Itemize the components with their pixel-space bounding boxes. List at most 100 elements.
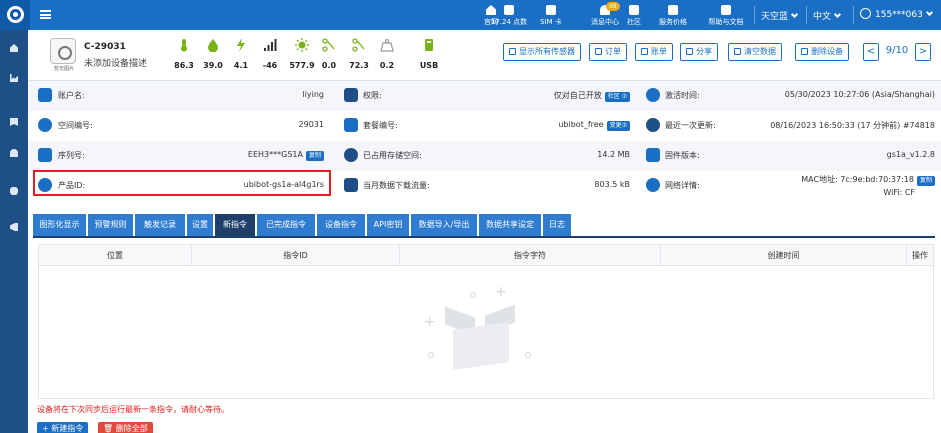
change-plan-tag[interactable]: 变更⑦ (606, 121, 630, 131)
document-icon (344, 178, 358, 192)
user-dropdown[interactable]: 155***063 (860, 8, 933, 20)
next-device-button[interactable]: > (915, 43, 931, 61)
megaphone-icon[interactable] (10, 223, 18, 231)
globe-icon (646, 118, 660, 132)
language-dropdown[interactable]: 中文 (813, 9, 842, 22)
nav-pricing[interactable]: 服务价格 (654, 0, 692, 30)
location-icon (509, 48, 516, 55)
column-header-actions[interactable]: 操作 (907, 245, 933, 266)
column-header-command-string[interactable]: 指令字符 (400, 245, 661, 266)
sidebar (0, 30, 28, 433)
account-value: liying (302, 90, 324, 99)
empty-box-icon (445, 304, 517, 370)
sensor-probe[interactable]: 0.0 (312, 38, 346, 70)
sim-icon (546, 5, 556, 15)
chart-icon[interactable] (10, 74, 18, 82)
bill-button[interactable]: 账单 (635, 43, 673, 61)
storage-value: 14.2 MB (597, 150, 630, 159)
tab-alert-rules[interactable]: 预警规则 (88, 214, 133, 236)
space-id-value: 29031 (298, 120, 324, 129)
device-name: C-29031 (84, 42, 126, 52)
tab-device-commands[interactable]: 设备指令 (317, 214, 365, 236)
nav-points[interactable]: 17.24 点数 (487, 0, 531, 30)
delete-all-button[interactable]: 🗑 删除全部 (98, 422, 153, 433)
order-icon (595, 48, 602, 55)
copy-serial-button[interactable]: 复制 (305, 151, 324, 161)
show-all-sensors-button[interactable]: 显示所有传感器 (503, 43, 581, 61)
account-icon (38, 88, 52, 102)
community-icon (629, 5, 639, 15)
serial-value: EEH3***GS1A 复制 (248, 150, 324, 161)
device-pager-position: 9/10 (881, 43, 913, 61)
bookmark-icon[interactable] (10, 118, 18, 126)
usb-icon (425, 39, 433, 51)
share-icon (686, 48, 693, 55)
home-icon[interactable] (10, 44, 18, 52)
plan-value: ubibot_free 变更⑦ (558, 120, 630, 131)
prev-device-button[interactable]: < (863, 43, 879, 61)
chevron-down-icon (833, 10, 842, 19)
new-command-button[interactable]: + 新建指令 (37, 422, 89, 433)
traffic-value: 803.5 kB (594, 180, 630, 189)
tab-api-keys[interactable]: API密钥 (367, 214, 409, 236)
copy-mac-button[interactable]: 复制 (916, 176, 935, 186)
signal-icon (264, 39, 277, 51)
info-row: 空间编号: 29031 套餐编号: ubibot_free 变更⑦ 最近一次更新:… (28, 111, 941, 141)
chevron-down-icon (790, 10, 799, 19)
top-bar: 官网 17.24 点数 SIM 卡 消息中心 98 社区 服务价格 帮助与文档 … (0, 0, 941, 30)
device-description[interactable]: 未添加设备描述 (84, 56, 147, 69)
tab-settings[interactable]: 设置 (187, 214, 213, 236)
tab-new-commands[interactable]: 新指令 (215, 214, 255, 236)
database-icon[interactable] (10, 187, 18, 195)
tab-divider (33, 236, 935, 238)
user-icon[interactable] (10, 149, 18, 157)
sensor-signal[interactable]: -46 (253, 38, 287, 70)
probe-icon (322, 38, 335, 52)
mac-address-value: MAC地址: 7c:9e:bd:70:37:18 复制 (801, 174, 935, 186)
weight-icon (380, 39, 394, 52)
points-icon (504, 5, 514, 15)
message-count-badge: 98 (606, 2, 620, 11)
logo[interactable] (0, 0, 30, 30)
column-header-command-id[interactable]: 指令ID (192, 245, 400, 266)
user-icon (860, 8, 871, 19)
pie-chart-icon (344, 148, 358, 162)
nav-community[interactable]: 社区 (622, 0, 646, 30)
firmware-value: gs1a_v1.2.8 (886, 150, 935, 159)
sensor-weight[interactable]: 0.2 (370, 38, 404, 70)
humidity-icon (208, 39, 218, 52)
camera-icon[interactable] (50, 38, 76, 64)
probe2-icon (352, 38, 365, 52)
column-header-position[interactable]: 位置 (39, 245, 192, 266)
eraser-icon (734, 48, 741, 55)
gear-icon (646, 88, 660, 102)
tab-trigger-log[interactable]: 触发记录 (135, 214, 185, 236)
region-dropdown[interactable]: 天空蓝 (761, 9, 799, 22)
nav-sim[interactable]: SIM 卡 (537, 0, 565, 30)
sensor-usb[interactable]: USB (412, 38, 446, 70)
column-header-created-time[interactable]: 创建时间 (661, 245, 907, 266)
serial-icon (38, 148, 52, 162)
lock-icon (344, 88, 358, 102)
tab-log[interactable]: 日志 (543, 214, 571, 236)
tab-completed-commands[interactable]: 已完成指令 (257, 214, 315, 236)
info-row: 序列号: EEH3***GS1A 复制 已占用存储空间: 14.2 MB 固件版本… (28, 141, 941, 171)
tag-icon (344, 118, 358, 132)
community-tag[interactable]: 社区 ⑦ (604, 92, 630, 102)
delete-device-button[interactable]: 删除设备 (795, 43, 849, 61)
voltage-icon (237, 38, 245, 52)
thermometer-icon (181, 39, 187, 52)
wifi-icon (646, 178, 660, 192)
price-icon (668, 5, 678, 15)
wifi-value: WiFi: CF (883, 188, 915, 197)
tab-data-sharing[interactable]: 数据共享设定 (479, 214, 541, 236)
device-header: 暂无图片 C-29031 未添加设备描述 86.3 39.0 4.1 -46 5… (28, 30, 941, 81)
nav-help[interactable]: 帮助与文档 (704, 0, 748, 30)
tab-import-export[interactable]: 数据导入/导出 (411, 214, 477, 236)
share-button[interactable]: 分享 (680, 43, 718, 61)
clear-data-button[interactable]: 清空数据 (728, 43, 782, 61)
orders-button[interactable]: 订单 (589, 43, 627, 61)
tab-graph[interactable]: 图形化显示 (33, 214, 86, 236)
menu-toggle-icon[interactable] (40, 10, 51, 19)
light-icon (295, 38, 309, 52)
